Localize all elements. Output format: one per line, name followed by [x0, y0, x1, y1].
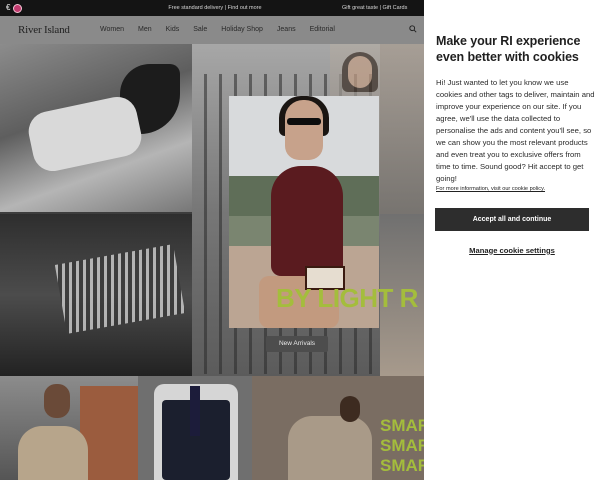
nav-item-editorial[interactable]: Editorial	[310, 26, 335, 33]
cookie-policy-link[interactable]: For more information, visit our cookie p…	[436, 186, 545, 192]
promo-line-3: SMAR	[380, 456, 431, 475]
new-arrivals-button[interactable]: New Arrivals	[266, 336, 328, 352]
nav-item-holiday-shop[interactable]: Holiday Shop	[221, 26, 263, 33]
hero-headline: BY LIGHT R	[276, 283, 418, 313]
nav-item-women[interactable]: Women	[100, 26, 124, 33]
nav-item-jeans[interactable]: Jeans	[277, 26, 296, 33]
promo-image-1	[0, 376, 138, 480]
promo-line-2: SMAR	[380, 436, 431, 455]
accept-cookies-button[interactable]: Accept all and continue	[435, 208, 589, 231]
cookie-body-text: Hi! Just wanted to let you know we use c…	[436, 78, 595, 183]
nav-menu: Women Men Kids Sale Holiday Shop Jeans E…	[100, 26, 349, 33]
promo-headline: SMAR SMAR SMAR	[380, 416, 430, 476]
cookie-title: Make your RI experience even better with…	[436, 34, 581, 64]
hero-image-left-top	[0, 44, 192, 212]
nav-item-kids[interactable]: Kids	[166, 26, 180, 33]
promo-image-2	[138, 376, 252, 480]
hero-image-left-bottom	[0, 214, 192, 376]
logo[interactable]: River Island	[18, 24, 70, 36]
gift-links[interactable]: Gift great taste | Gift Cards	[342, 5, 407, 11]
nav-item-sale[interactable]: Sale	[193, 26, 207, 33]
search-icon[interactable]	[409, 25, 417, 33]
nav-item-men[interactable]: Men	[138, 26, 152, 33]
cookie-consent-panel: Make your RI experience even better with…	[424, 0, 600, 480]
promo-line-1: SMAR	[380, 416, 431, 435]
manage-cookies-button[interactable]: Manage cookie settings	[435, 244, 589, 256]
